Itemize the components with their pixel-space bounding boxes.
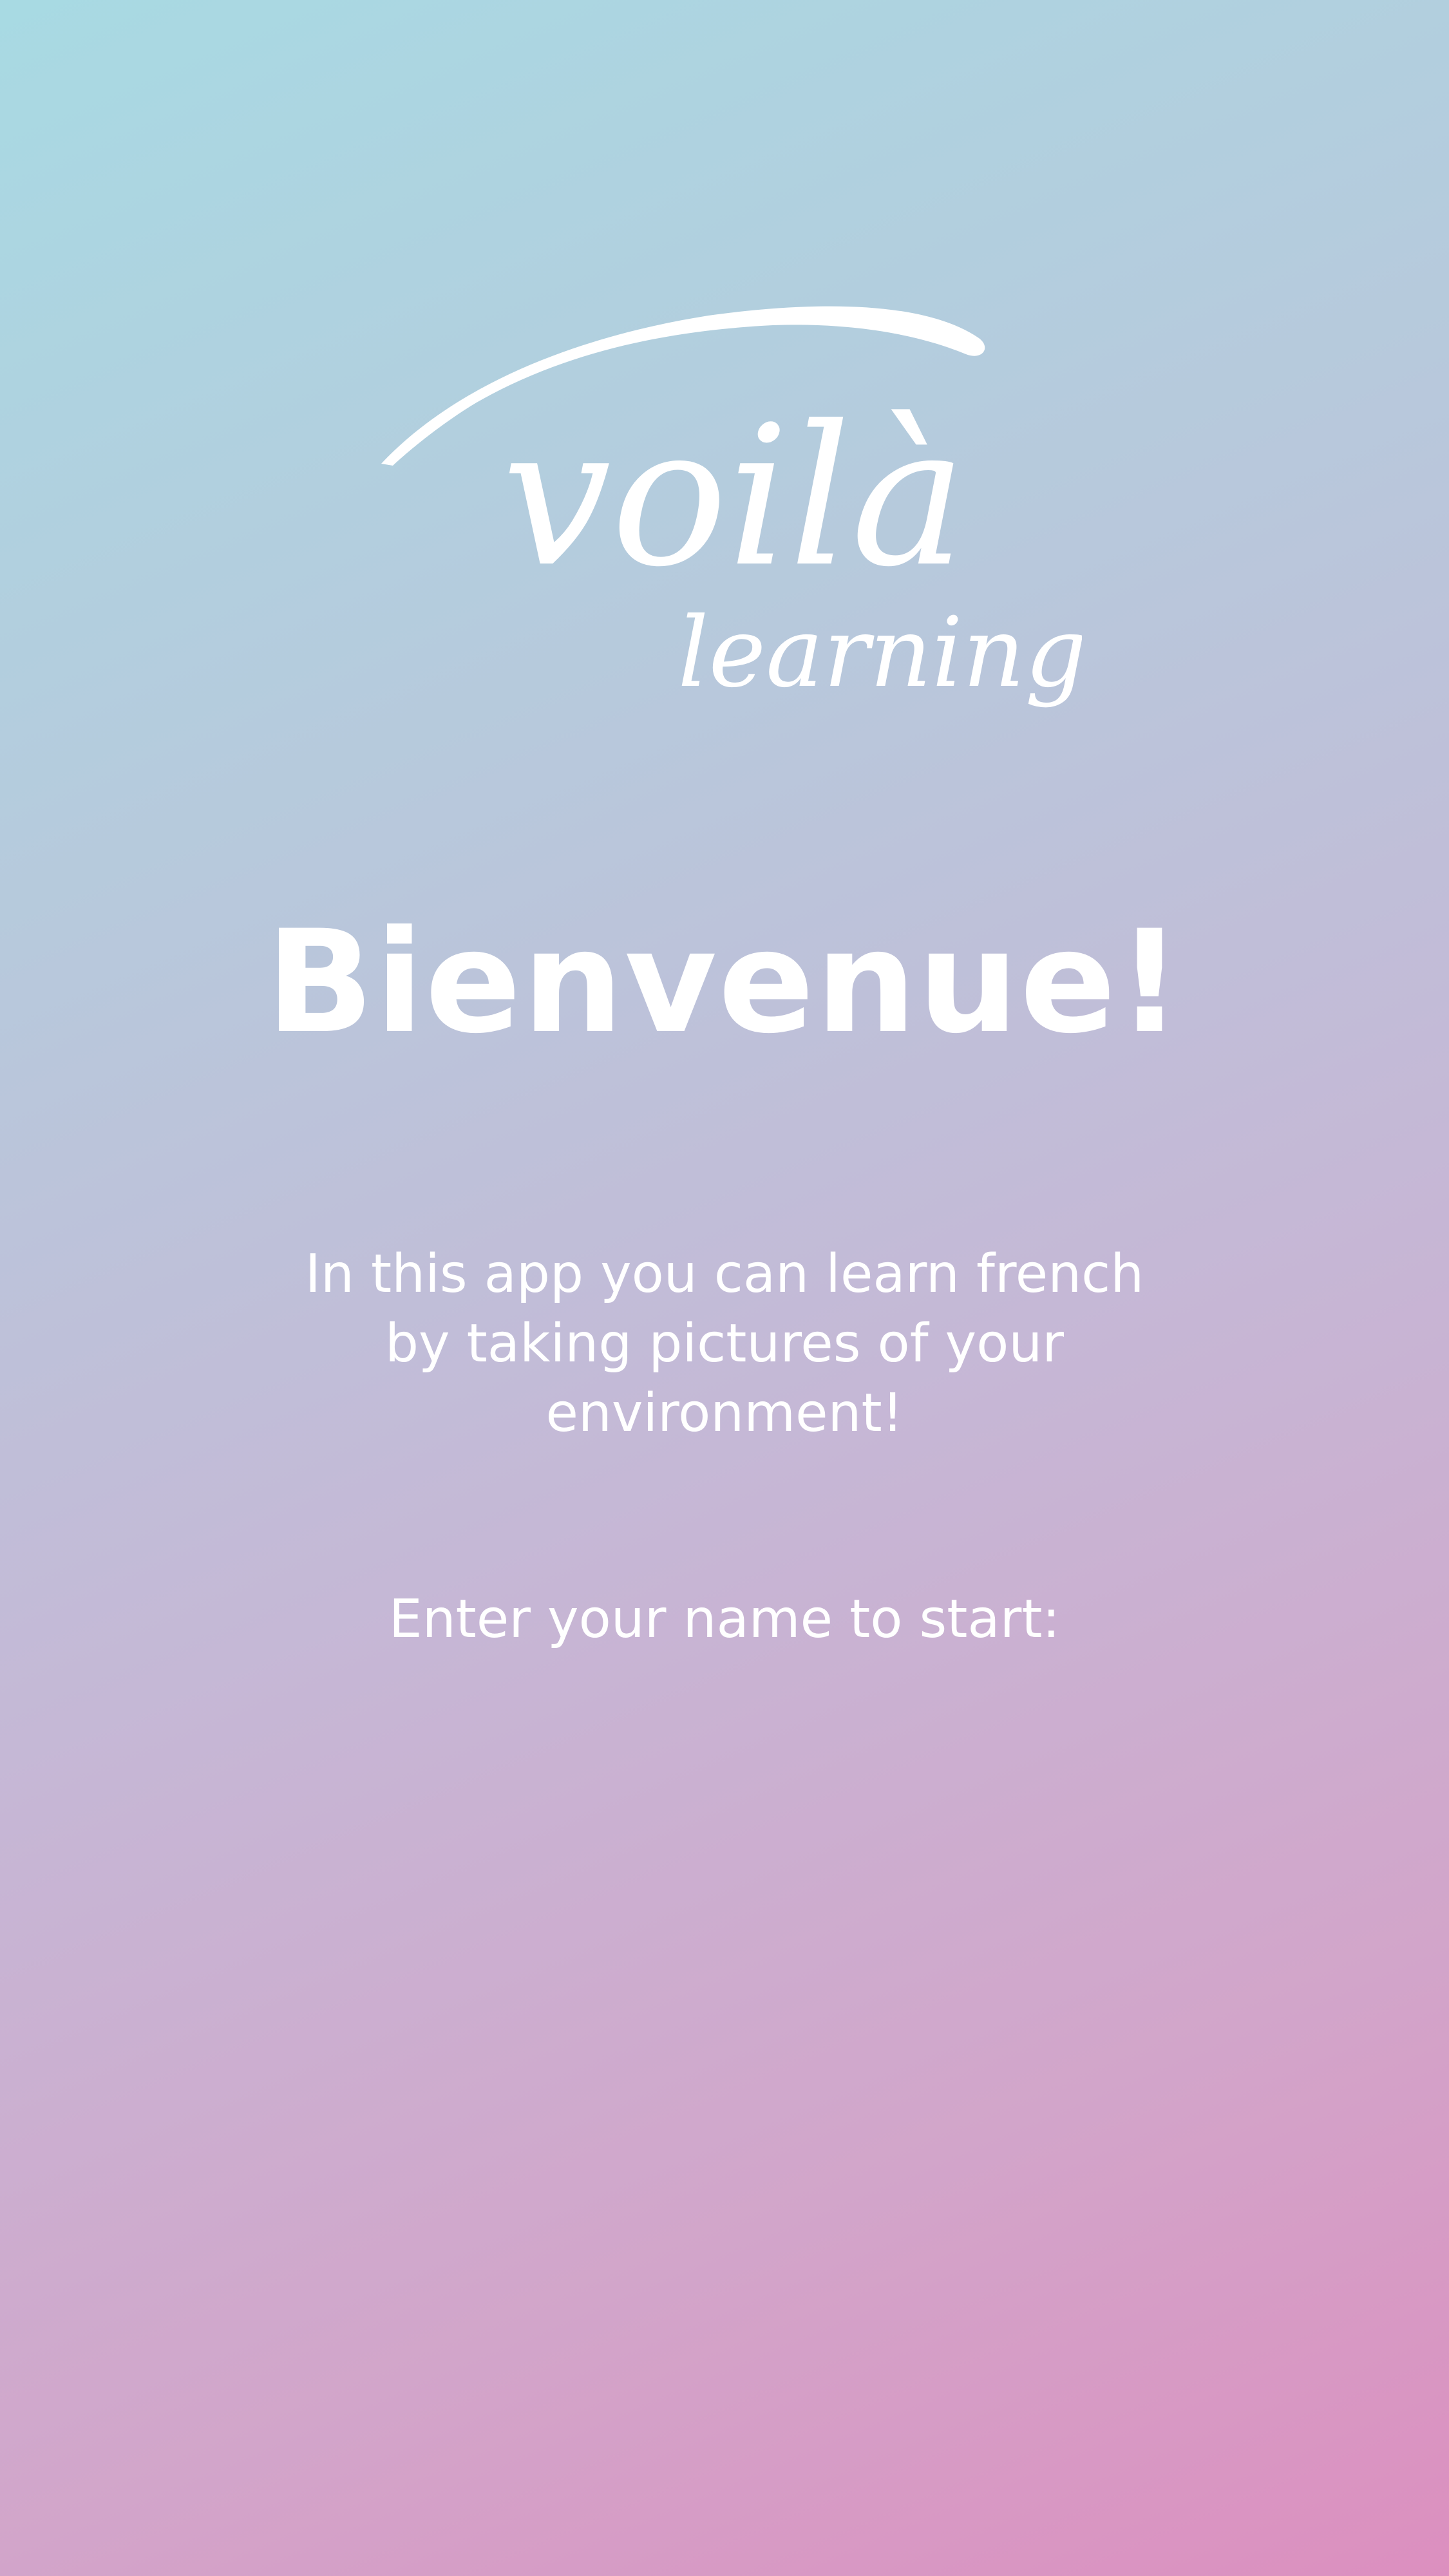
intro-text: In this app you can learn french by taki… xyxy=(305,1244,1144,1444)
welcome-title: Bienvenue! xyxy=(265,900,1184,1065)
logo-subtitle: learning xyxy=(677,597,1082,709)
welcome-screen: voilà learning Bienvenue! In this app yo… xyxy=(0,0,1449,2576)
voila-learning-logo: voilà learning xyxy=(374,293,1082,757)
name-input[interactable] xyxy=(306,1713,1146,1811)
logo-word: voilà xyxy=(502,384,967,609)
logo-graphic: voilà learning xyxy=(381,306,1082,709)
name-prompt-label: Enter your name to start: xyxy=(388,1589,1061,1650)
